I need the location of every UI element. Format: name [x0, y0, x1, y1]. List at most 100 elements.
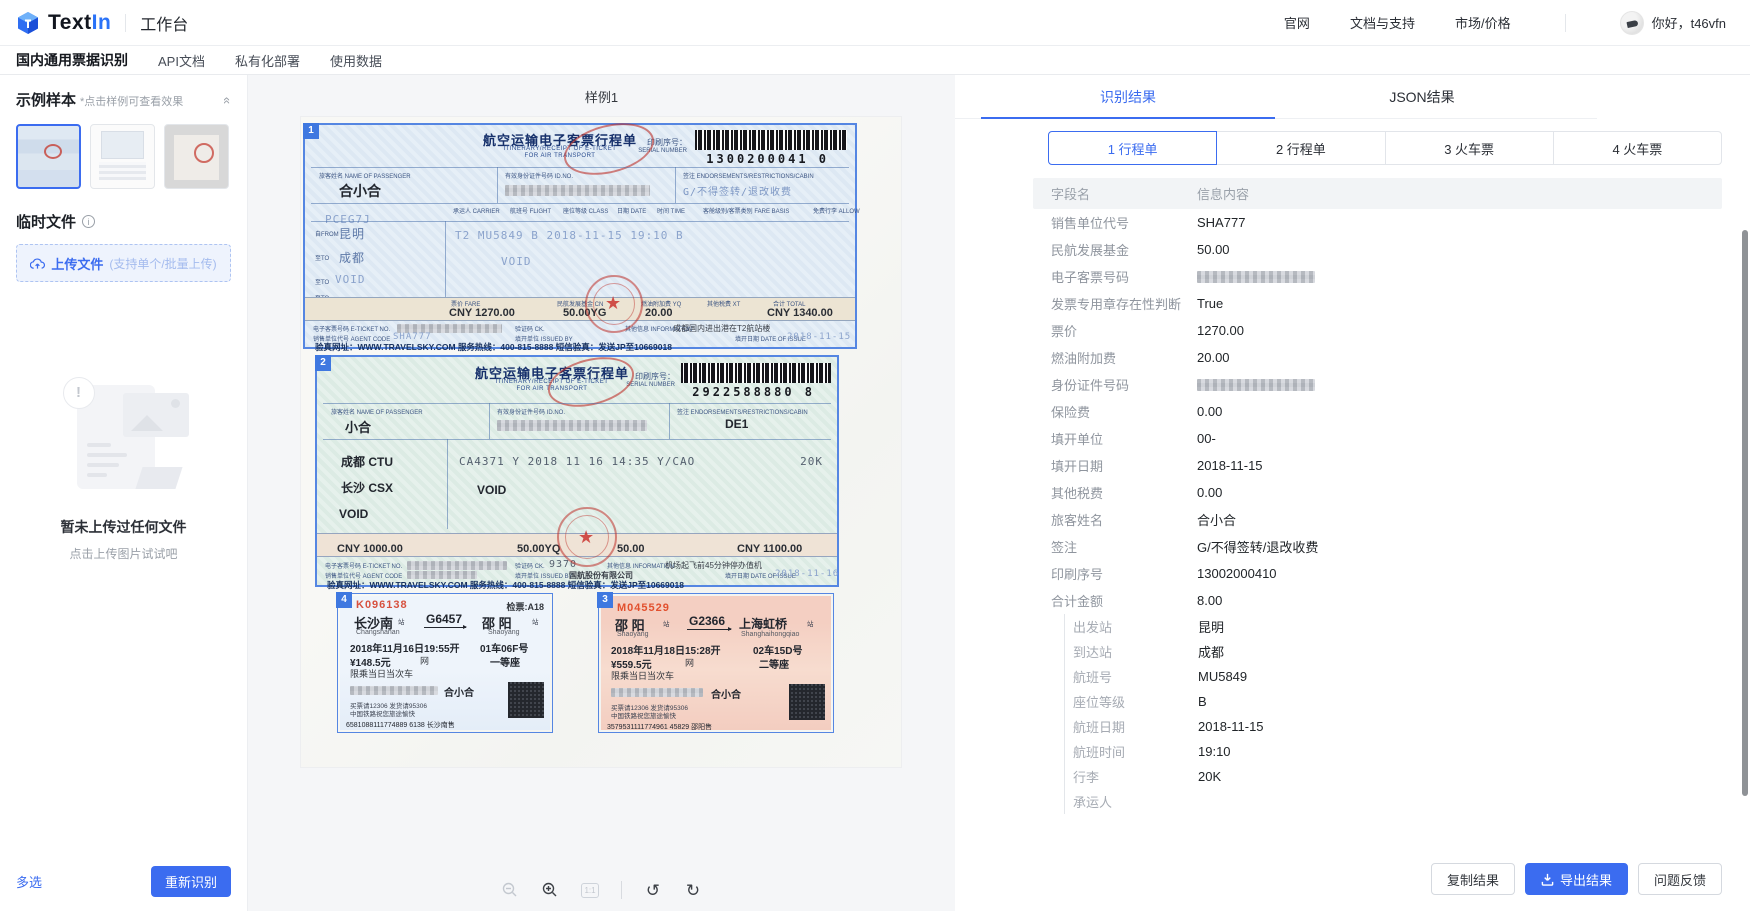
rotate-left-icon[interactable]: ↺: [644, 881, 662, 899]
detected-region-itinerary-1: 1 航空运输电子客票行程单 ITINERARY/RECEIPT OF E-TIC…: [303, 123, 857, 349]
copy-result-button[interactable]: 复制结果: [1431, 863, 1515, 895]
sample-thumbnail-3[interactable]: [164, 124, 229, 189]
field-row: 其他税费0.00: [1033, 479, 1722, 506]
id-label: 有效身份证件号码 ID.NO.: [505, 171, 573, 180]
field-label: 航班时间: [1065, 742, 1198, 761]
tab-json-result[interactable]: JSON结果: [1275, 75, 1569, 119]
detected-region-train-4: 4 K096138 检票:A18 长沙南 站 G6457 邵 阳 站 Chang…: [337, 593, 553, 733]
void-mark: VOID: [335, 273, 366, 286]
check-gate: 检票:A18: [506, 600, 544, 613]
field-value: 2018-11-15: [1197, 458, 1722, 473]
rotate-right-icon[interactable]: ↻: [684, 881, 702, 899]
seat-class: 二等座: [759, 656, 789, 671]
to-label: 至TO: [315, 253, 329, 262]
sample-thumbnail-2[interactable]: [90, 124, 155, 189]
feedback-button[interactable]: 问题反馈: [1638, 863, 1722, 895]
table-header: 字段名 信息内容: [1033, 178, 1722, 209]
from-label: 自FROM: [315, 229, 339, 238]
subnav-item-usage-data[interactable]: 使用数据: [330, 51, 382, 70]
textin-logo[interactable]: TextIn: [16, 11, 111, 35]
logo-wordmark: TextIn: [48, 11, 111, 35]
endorse-value: DE1: [725, 417, 748, 431]
one-to-one-icon[interactable]: 1:1: [581, 881, 599, 899]
nav-market-pricing[interactable]: 市场/价格: [1455, 13, 1511, 32]
rerun-recognition-button[interactable]: 重新识别: [151, 866, 231, 897]
temp-files-title: 临时文件: [16, 211, 76, 232]
col-date: 日期 DATE: [617, 206, 646, 215]
red-stamp: [543, 349, 640, 415]
upload-hint: (支持单个/批量上传): [109, 255, 216, 272]
detected-region-itinerary-2: 2 航空运输电子客票行程单 ITINERARY/RECEIPT OF E-TIC…: [315, 355, 839, 587]
region-badge: 2: [315, 355, 331, 371]
top-header: TextIn 工作台 官网 文档与支持 市场/价格 你好，t46vfn: [0, 0, 1750, 46]
qr-code: [789, 684, 825, 720]
info-value: 成都国内进出港在T2航站楼: [673, 323, 770, 334]
subtab-itinerary-1[interactable]: 1 行程单: [1048, 131, 1217, 165]
samples-hint: *点击样例可查看效果: [80, 93, 183, 109]
collapse-icon[interactable]: «: [220, 97, 235, 104]
window-scrollbar[interactable]: [1742, 230, 1748, 796]
red-stamp: [559, 115, 660, 184]
col-class: 座位等级 CLASS: [563, 206, 608, 215]
empty-title: 暂未上传过任何文件: [0, 517, 247, 537]
qr-code: [508, 682, 544, 718]
subfield-row: 出发站昆明: [1065, 614, 1722, 639]
ck-label: 验证码 CK.: [515, 324, 545, 333]
field-label: 合计金额: [1033, 591, 1197, 610]
eticket-label: 电子客票号码 E-TICKET NO.: [313, 324, 390, 333]
upload-button[interactable]: 上传文件 (支持单个/批量上传): [16, 244, 231, 282]
multi-select-link[interactable]: 多选: [16, 872, 42, 891]
fare-value: CNY 1000.00: [337, 543, 403, 555]
ticket-code: M045529: [617, 602, 670, 614]
zoom-out-icon[interactable]: [501, 881, 519, 899]
field-label: 燃油附加费: [1033, 348, 1197, 367]
user-menu[interactable]: 你好，t46vfn: [1620, 11, 1726, 35]
field-value: 8.00: [1197, 593, 1722, 608]
sample-thumbnail-1[interactable]: [16, 124, 81, 189]
to-station: 成都: [339, 249, 365, 266]
field-row: 填开单位00-: [1033, 425, 1722, 452]
download-icon: [1541, 873, 1554, 886]
subtab-train-3[interactable]: 3 火车票: [1385, 131, 1554, 165]
subnav-item-api-docs[interactable]: API文档: [158, 51, 205, 70]
ticket-code: K096138: [356, 599, 408, 611]
field-label: 电子客票号码: [1033, 267, 1197, 286]
header-divider: [125, 14, 126, 32]
nav-official-site[interactable]: 官网: [1284, 13, 1310, 32]
sample-title: 样例1: [248, 75, 955, 106]
subnav-item-bill-recognition[interactable]: 国内通用票据识别: [16, 50, 128, 70]
field-row: 合计金额8.00: [1033, 587, 1722, 614]
field-row: 保险费0.00: [1033, 398, 1722, 425]
upload-label: 上传文件: [51, 254, 103, 273]
route-arrow: [424, 627, 466, 628]
barcode: [695, 130, 847, 150]
subtab-itinerary-2[interactable]: 2 行程单: [1216, 131, 1385, 165]
empty-state: ! 暂未上传过任何文件 点击上传图片试试吧: [0, 375, 247, 562]
xt-label: 其他税费 XT: [707, 299, 740, 308]
field-row: 票价1270.00: [1033, 317, 1722, 344]
info-icon[interactable]: i: [82, 215, 95, 228]
verify-footer: 验真网址：WWW.TRAVELSKY.COM 服务热线：400-815-8888…: [315, 341, 672, 353]
ticket-footer: 中国铁路祝您旅途愉快: [611, 710, 676, 720]
document-scan[interactable]: 1 航空运输电子客票行程单 ITINERARY/RECEIPT OF E-TIC…: [301, 117, 901, 767]
passenger-name: 合小合: [444, 684, 474, 699]
detected-region-train-3: 3 M045529 邵 阳 站 G2366 上海虹桥 站 Shaoyang Sh…: [598, 593, 834, 733]
subfield-row: 承运人: [1065, 789, 1722, 814]
seat-number: 01车06F号: [480, 640, 528, 655]
subnav-item-private-deploy[interactable]: 私有化部署: [235, 51, 300, 70]
export-result-button[interactable]: 导出结果: [1525, 863, 1628, 895]
tab-recognition-result[interactable]: 识别结果: [981, 75, 1275, 119]
fields-table: 字段名 信息内容 销售单位代号SHA777 民航发展基金50.00 电子客票号码…: [1033, 178, 1722, 814]
verify-footer: 验真网址：WWW.TRAVELSKY.COM 服务热线：400-815-8888…: [327, 579, 684, 591]
result-tabs: 识别结果 JSON结果: [981, 75, 1569, 119]
field-label: 身份证件号码: [1033, 375, 1197, 394]
eticket-label: 电子客票号码 E-TICKET NO.: [325, 561, 402, 570]
zoom-in-icon[interactable]: [541, 881, 559, 899]
depart-datetime: 2018年11月18日15:28开: [611, 642, 721, 657]
field-value: B: [1198, 694, 1722, 709]
field-row: 电子客票号码: [1033, 263, 1722, 290]
issue-date: 2018-11-15: [787, 332, 851, 342]
nav-docs-support[interactable]: 文档与支持: [1350, 13, 1415, 32]
subtab-train-4[interactable]: 4 火车票: [1553, 131, 1722, 165]
field-row: 填开日期2018-11-15: [1033, 452, 1722, 479]
